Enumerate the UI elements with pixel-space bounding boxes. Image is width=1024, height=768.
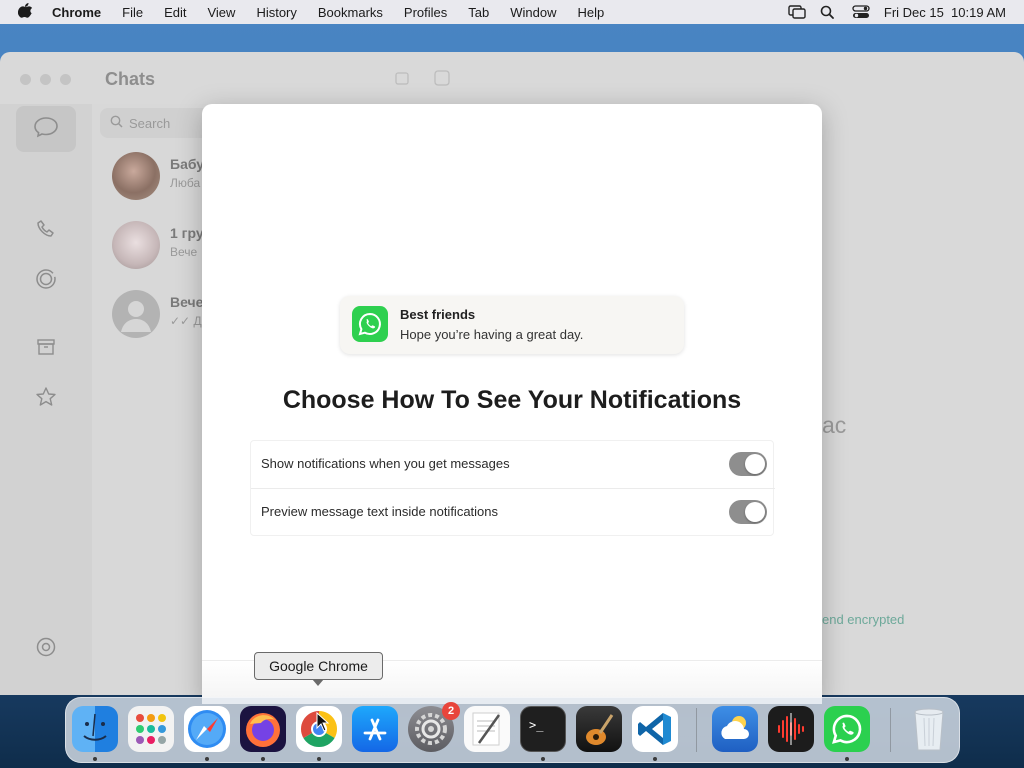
search-icon bbox=[110, 115, 123, 131]
dock-separator bbox=[696, 708, 697, 752]
archive-box-icon bbox=[36, 338, 56, 361]
chat-bubble-icon bbox=[33, 116, 59, 143]
window-titlebar: Chats bbox=[0, 52, 1024, 104]
notification-options: Show notifications when you get messages… bbox=[250, 440, 775, 536]
filter-icon[interactable] bbox=[434, 70, 450, 91]
welcome-heading-fragment: ac bbox=[822, 412, 847, 438]
tooltip-arrow bbox=[312, 679, 324, 686]
running-indicator bbox=[93, 757, 97, 761]
dock-tooltip: Google Chrome bbox=[254, 652, 383, 680]
star-icon bbox=[35, 386, 57, 413]
running-indicator bbox=[541, 757, 545, 761]
launchpad-icon[interactable] bbox=[128, 706, 174, 752]
preview-text-toggle[interactable] bbox=[729, 500, 767, 524]
avatar bbox=[112, 152, 160, 200]
running-indicator bbox=[845, 757, 849, 761]
notification-badge: 2 bbox=[442, 702, 460, 720]
status-ring-icon bbox=[35, 268, 57, 295]
settings-tab-button[interactable] bbox=[16, 626, 76, 672]
menu-profiles[interactable]: Profiles bbox=[404, 5, 447, 20]
svg-text:>_: >_ bbox=[529, 718, 544, 732]
running-indicator bbox=[317, 757, 321, 761]
minimize-window-button[interactable] bbox=[40, 74, 51, 85]
menu-view[interactable]: View bbox=[207, 5, 235, 20]
chats-tab-button[interactable] bbox=[16, 106, 76, 152]
toggle-knob bbox=[745, 502, 765, 522]
notification-preview-card: Best friends Hope you’re having a great … bbox=[340, 296, 684, 354]
trash-icon[interactable] bbox=[906, 706, 952, 752]
show-notifications-toggle[interactable] bbox=[729, 452, 767, 476]
menu-tab[interactable]: Tab bbox=[468, 5, 489, 20]
default-avatar-icon bbox=[112, 290, 160, 338]
menu-file[interactable]: File bbox=[122, 5, 143, 20]
dock-separator bbox=[890, 708, 891, 752]
menu-help[interactable]: Help bbox=[578, 5, 605, 20]
finder-icon[interactable] bbox=[72, 706, 118, 752]
chat-preview: Люба bbox=[170, 176, 201, 190]
starred-tab-button[interactable] bbox=[16, 376, 76, 422]
menu-bookmarks[interactable]: Bookmarks bbox=[318, 5, 383, 20]
dock: 2 >_ bbox=[65, 697, 960, 763]
terminal-icon[interactable]: >_ bbox=[520, 706, 566, 752]
chat-preview: ✓✓ Д bbox=[170, 314, 202, 328]
whatsapp-sidebar bbox=[0, 104, 92, 695]
settings-gear-icon bbox=[35, 636, 57, 663]
vscode-icon[interactable] bbox=[632, 706, 678, 752]
notifications-setup-dialog: Best friends Hope you’re having a great … bbox=[202, 104, 822, 704]
menu-window[interactable]: Window bbox=[510, 5, 556, 20]
chat-name: Бабу bbox=[170, 156, 205, 172]
app-store-icon[interactable] bbox=[352, 706, 398, 752]
close-window-button[interactable] bbox=[20, 74, 31, 85]
textedit-icon[interactable] bbox=[464, 706, 510, 752]
running-indicator bbox=[205, 757, 209, 761]
voice-memos-icon[interactable] bbox=[768, 706, 814, 752]
menu-history[interactable]: History bbox=[256, 5, 296, 20]
chat-preview: Вече bbox=[170, 245, 198, 259]
dialog-heading: Choose How To See Your Notifications bbox=[282, 386, 742, 414]
menu-bar: Chrome File Edit View History Bookmarks … bbox=[0, 0, 1024, 24]
notification-title: Best friends bbox=[400, 307, 476, 322]
phone-icon bbox=[36, 219, 56, 244]
running-indicator bbox=[261, 757, 265, 761]
firefox-icon[interactable] bbox=[240, 706, 286, 752]
safari-icon[interactable] bbox=[184, 706, 230, 752]
menu-edit[interactable]: Edit bbox=[164, 5, 186, 20]
search-placeholder: Search bbox=[129, 115, 171, 131]
option-label: Show notifications when you get messages bbox=[261, 456, 510, 471]
spotlight-search-icon[interactable] bbox=[820, 5, 838, 19]
garageband-icon[interactable] bbox=[576, 706, 622, 752]
calls-tab-button[interactable] bbox=[16, 208, 76, 254]
status-tab-button[interactable] bbox=[16, 258, 76, 304]
running-indicator bbox=[653, 757, 657, 761]
option-row-show-notifications: Show notifications when you get messages bbox=[251, 441, 775, 488]
toggle-knob bbox=[745, 454, 765, 474]
weather-icon[interactable] bbox=[712, 706, 758, 752]
mouse-cursor-icon bbox=[316, 711, 330, 737]
new-chat-icon[interactable] bbox=[395, 70, 411, 91]
avatar bbox=[112, 221, 160, 269]
menu-clock[interactable]: Fri Dec 15 10:19 AM bbox=[884, 5, 1006, 20]
option-label: Preview message text inside notification… bbox=[261, 504, 499, 519]
archived-tab-button[interactable] bbox=[16, 326, 76, 372]
apple-menu-icon[interactable] bbox=[17, 2, 38, 22]
screen-mirroring-icon[interactable] bbox=[788, 5, 806, 19]
chats-title: Chats bbox=[105, 69, 156, 89]
option-row-preview-text: Preview message text inside notification… bbox=[251, 488, 775, 535]
whatsapp-logo-icon bbox=[352, 306, 388, 342]
zoom-window-button[interactable] bbox=[60, 74, 71, 85]
notification-body: Hope you’re having a great day. bbox=[400, 327, 584, 342]
chat-name: 1 гру bbox=[170, 225, 204, 241]
whatsapp-icon[interactable] bbox=[824, 706, 870, 752]
control-center-icon[interactable] bbox=[852, 5, 870, 19]
encryption-note-fragment: end encrypted bbox=[822, 612, 905, 627]
chat-name: Вече bbox=[170, 294, 204, 310]
menu-app-name[interactable]: Chrome bbox=[52, 5, 101, 20]
